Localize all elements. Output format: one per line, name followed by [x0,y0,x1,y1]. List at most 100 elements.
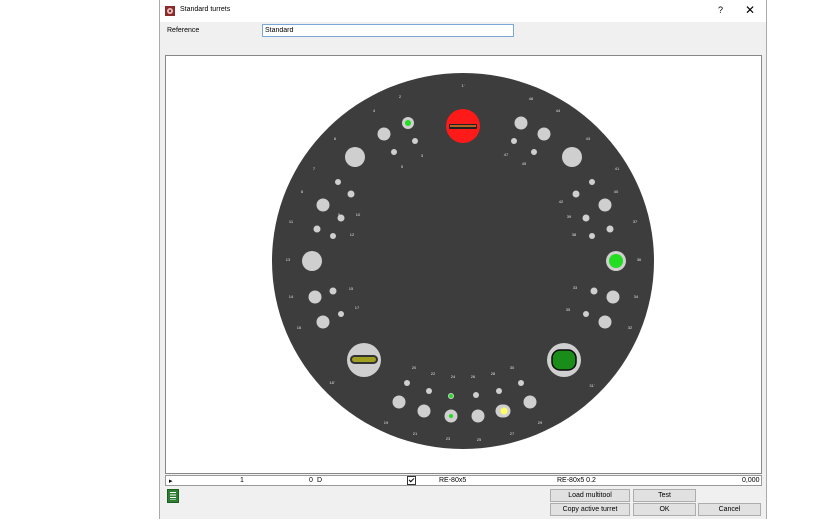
position-value: 0 [309,477,313,484]
tool-station-hole [598,198,612,212]
numeric-value: 0,000 [742,477,760,484]
station-label: 44 [556,108,561,113]
help-button[interactable]: ? [718,5,723,15]
tool-station-hole [329,287,337,295]
station-label: 22 [431,371,436,376]
active-checkbox[interactable] [407,476,416,485]
tool-station-hole [471,409,485,423]
tool-station-hole [316,198,330,212]
station-label: 30 [510,365,515,370]
tool-station-hole [582,214,590,222]
tool-station-hole [537,127,551,141]
station-label: 19 [384,420,389,425]
tool-station-hole [335,179,341,185]
station-label: 21 [413,431,418,436]
ok-button[interactable]: OK [633,503,696,516]
tool-station-hole [606,290,620,304]
tool-station-hole [412,138,418,144]
station-label: 38 [572,232,577,237]
tool-station-hole [473,392,479,398]
tool-station-hole [514,116,528,130]
tool-station-hole [426,388,432,394]
station-number: 1 [240,477,244,484]
load-multitool-button[interactable]: Load multitool [550,489,630,502]
tool-station-hole [330,233,336,239]
station-label: 20 [412,365,417,370]
station-label: 42 [559,199,564,204]
station-label: 40 [614,189,619,194]
copy-active-turret-button[interactable]: Copy active turret [550,503,630,516]
station-label: 43 [586,136,591,141]
station-label: 29 [538,420,543,425]
tool-station-hole [391,149,397,155]
station-label: 35 [566,307,571,312]
station-label: 16 [297,325,302,330]
station-label: 1' [462,83,465,88]
turret-drawing: 1'23456789 101112131415161718'19202122232… [272,73,654,449]
station-label: 33 [573,285,578,290]
small-green-tool [405,120,411,126]
tool-station-hole [523,395,537,409]
tool-station-hole [598,315,612,329]
dark-green-rect-tool [551,349,577,371]
station-label: 13 [286,257,291,262]
tiny-green-marker [449,414,453,418]
reference-label: Reference [167,27,200,34]
tool-station-hole [404,380,410,386]
tool-station-hole [606,225,614,233]
turret-canvas[interactable]: 1' 2 3 4 5 6 7 8 9 10 11 12 13 14 15 16 17 18' 19 20 21 22 23 2… [165,55,762,474]
station-label: 36 [637,257,642,262]
station-label: 47 [504,152,509,157]
station-label: 12 [350,232,355,237]
tool-station-hole [589,233,595,239]
station-label: 41 [615,166,620,171]
orientation-value: D [317,477,323,484]
station-label: 28 [491,371,496,376]
test-button[interactable]: Test [633,489,696,502]
turret-status-row[interactable]: ▸ 1 0 D RE-80x5 RE-80x5 0.2 0,000 [165,475,762,486]
tool-station-hole [531,149,537,155]
tool-station-hole [518,380,524,386]
tool-station-hole [417,404,431,418]
station-label: 45 [522,161,527,166]
red-station-slot-inner [450,125,476,127]
station-label: 37 [633,219,638,224]
close-button[interactable]: ✕ [745,3,755,17]
station-label: 34 [634,294,639,299]
reference-input[interactable] [262,24,514,37]
tool-list-icon[interactable] [167,489,179,503]
station-label: 31' [589,383,594,388]
station-label: 25 [477,437,482,442]
tool-station-hole [316,315,330,329]
tool-station-hole [496,388,502,394]
yellow-tool-station [500,407,508,415]
cancel-button[interactable]: Cancel [698,503,761,516]
tool-station-hole [590,287,598,295]
tool-station-hole [511,138,517,144]
station-label: 27 [510,431,515,436]
tool-station-hole [377,127,391,141]
tool-station-hole [589,179,595,185]
station-label: 23 [446,436,451,441]
row-selector-arrow[interactable]: ▸ [169,477,173,485]
station-label: 24 [451,374,456,379]
standard-turrets-dialog: Standard turrets ? ✕ Reference 1'2345678… [159,0,767,519]
station-label: 32 [628,325,633,330]
station-label: 10 [356,212,361,217]
tool-station-hole [572,190,580,198]
station-label: 18' [329,380,334,385]
turret-app-icon [165,6,175,16]
olive-oblong-tool [352,357,376,362]
station-label: 15 [349,286,354,291]
tool-station-hole [562,147,582,167]
tool-station-hole [313,225,321,233]
tool-station-hole [345,147,365,167]
tool-station-hole [338,311,344,317]
station-label: 26 [471,374,476,379]
station-label: 17 [355,305,360,310]
window-title: Standard turrets [180,6,231,13]
station-label: 39 [567,214,572,219]
tool-station-hole [308,290,322,304]
tool-station-hole [302,251,322,271]
tool-station-hole [392,395,406,409]
